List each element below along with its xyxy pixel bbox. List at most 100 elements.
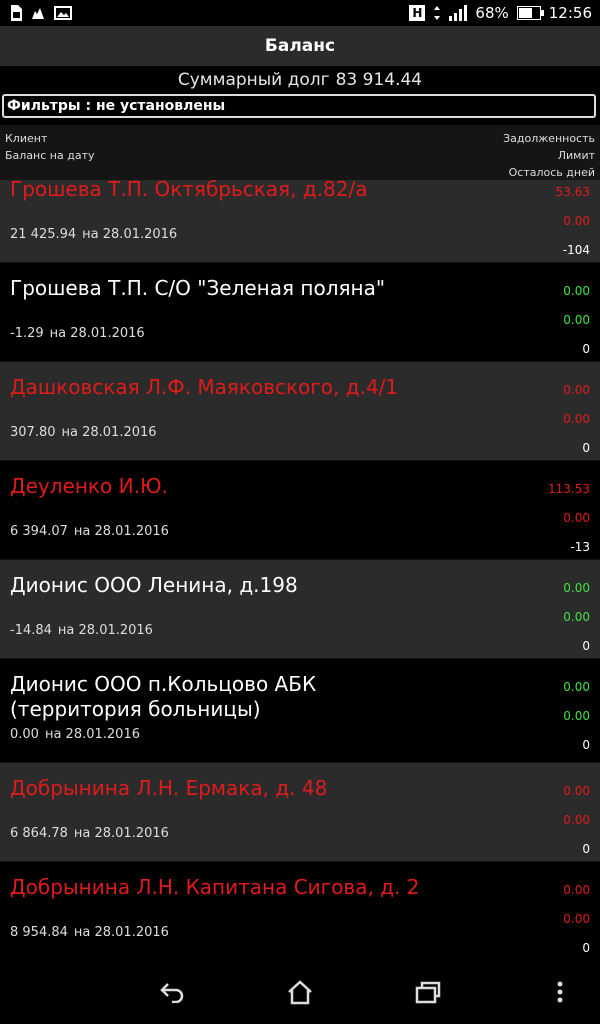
balance-value: 21 425.94 [10, 227, 77, 242]
cat-icon [32, 8, 44, 19]
header-client: Клиент [5, 132, 48, 145]
client-values: 0.00 0.00 0 [563, 876, 590, 960]
client-name: Дионис ООО Ленина, д.198 [10, 573, 298, 597]
navigation-bar [0, 960, 600, 1024]
days-left-value: 0 [582, 738, 590, 752]
client-row[interactable]: Деуленко И.Ю. 6 394.07 на 28.01.2016 113.53… [0, 461, 600, 560]
balance-date: на 28.01.2016 [61, 425, 157, 440]
debt-value: 0.00 [563, 284, 590, 298]
balance-value: 8 954.84 [10, 925, 68, 940]
status-right-icons: H 68% 12:56 [409, 4, 592, 22]
client-balance: -1.29 на 28.01.2016 [10, 326, 145, 341]
limit-value: 0.00 [563, 610, 590, 624]
back-button[interactable] [132, 960, 212, 1024]
client-values: 0.00 0.00 0 [563, 777, 590, 864]
battery-percent: 68% [475, 4, 509, 22]
debt-value: 0.00 [563, 581, 590, 595]
header-days-left: Осталось дней [508, 166, 595, 179]
page-title: Баланс [264, 36, 336, 56]
client-name: Дашковская Л.Ф. Маяковского, д.4/1 [10, 375, 399, 399]
more-icon [557, 981, 563, 1003]
client-row[interactable]: Дионис ООО Ленина, д.198 -14.84 на 28.01.2… [0, 560, 600, 659]
client-row[interactable]: Грошева Т.П. Октябрьская, д.82/а 21 425.9… [0, 180, 600, 263]
client-row[interactable]: Грошева Т.П. С/О "Зеленая поляна" -1.29 на… [0, 263, 600, 362]
balance-value: 307.80 [10, 425, 56, 440]
balance-value: -1.29 [10, 326, 44, 341]
network-h-icon: H [409, 5, 426, 21]
header-debt: Задолженность [503, 132, 595, 145]
limit-value: 0.00 [563, 214, 590, 228]
client-name: Деуленко И.Ю. [10, 474, 168, 498]
total-debt-summary: Суммарный долг 83 914.44 [0, 66, 600, 94]
client-row[interactable]: Дашковская Л.Ф. Маяковского, д.4/1 307.80… [0, 362, 600, 461]
client-row[interactable]: Добрынина Л.Н. Капитана Сигова, д. 2 8 95… [0, 862, 600, 960]
debt-value: 0.00 [563, 680, 590, 694]
days-left-value: 0 [582, 342, 590, 356]
total-debt-value: 83 914.44 [335, 70, 423, 90]
client-balance: 21 425.94 на 28.01.2016 [10, 227, 177, 242]
debt-value: 0.00 [563, 784, 590, 798]
home-button[interactable] [260, 960, 340, 1024]
total-debt-label: Суммарный долг [177, 70, 330, 90]
client-row[interactable]: Добрынина Л.Н. Ермака, д. 48 6 864.78 на 2… [0, 763, 600, 862]
balance-value: 6 394.07 [10, 524, 68, 539]
client-balance: 8 954.84 на 28.01.2016 [10, 925, 169, 940]
balance-list-inner: Грошева Т.П. Октябрьская, д.82/а 21 425.9… [0, 180, 600, 960]
client-balance: 307.80 на 28.01.2016 [10, 425, 157, 440]
filter-button[interactable]: Фильтры : не установлены [2, 94, 596, 118]
client-name: Добрынина Л.Н. Ермака, д. 48 [10, 776, 328, 800]
home-icon [288, 980, 312, 1005]
days-left-value: -104 [562, 243, 590, 257]
filter-label: Фильтры : не установлены [7, 98, 226, 114]
days-left-value: -13 [570, 540, 590, 554]
client-values: 113.53 0.00 -13 [548, 475, 590, 562]
balance-date: на 28.01.2016 [49, 326, 145, 341]
client-values: 0.00 0.00 0 [563, 376, 590, 463]
header-limit: Лимит [557, 149, 595, 162]
client-balance: 6 864.78 на 28.01.2016 [10, 826, 169, 841]
client-name: Грошева Т.П. Октябрьская, д.82/а [10, 180, 368, 201]
limit-value: 0.00 [563, 313, 590, 327]
header-balance-date: Баланс на дату [5, 149, 95, 162]
back-icon [160, 983, 184, 1003]
limit-value: 0.00 [563, 709, 590, 723]
client-name: Добрынина Л.Н. Капитана Сигова, д. 2 [10, 875, 420, 899]
days-left-value: 0 [582, 441, 590, 455]
client-values: 0.00 0.00 0 [563, 277, 590, 364]
debt-value: 0.00 [563, 383, 590, 397]
balance-value: 0.00 [10, 727, 39, 742]
balance-date: на 28.01.2016 [73, 826, 169, 841]
more-button[interactable] [520, 960, 600, 1024]
balance-date: на 28.01.2016 [44, 727, 140, 742]
balance-value: 6 864.78 [10, 826, 68, 841]
recents-button[interactable] [388, 960, 468, 1024]
balance-list[interactable]: Грошева Т.П. Октябрьская, д.82/а 21 425.9… [0, 180, 600, 960]
limit-value: 0.00 [563, 912, 590, 926]
recents-icon [415, 981, 441, 1004]
limit-value: 0.00 [563, 511, 590, 525]
client-row[interactable]: Дионис ООО п.Кольцово АБК (территория бо… [0, 659, 600, 763]
list-header: Клиент Баланс на дату Задолженность Лими… [0, 125, 600, 180]
debt-value: 0.00 [563, 883, 590, 897]
limit-value: 0.00 [563, 412, 590, 426]
data-arrows-icon [434, 6, 441, 20]
client-balance: 0.00 на 28.01.2016 [10, 727, 140, 742]
days-left-value: 0 [582, 639, 590, 653]
clock: 12:56 [548, 4, 592, 22]
balance-date: на 28.01.2016 [82, 227, 178, 242]
status-bar: H 68% 12:56 [0, 0, 600, 26]
image-icon [54, 6, 72, 20]
debt-value: 53.63 [555, 185, 590, 199]
balance-value: -14.84 [10, 623, 52, 638]
balance-date: на 28.01.2016 [57, 623, 153, 638]
limit-value: 0.00 [563, 813, 590, 827]
client-values: 0.00 0.00 0 [563, 574, 590, 661]
days-left-value: 0 [582, 842, 590, 856]
client-balance: -14.84 на 28.01.2016 [10, 623, 153, 638]
client-values: 53.63 0.00 -104 [556, 180, 590, 265]
balance-date: на 28.01.2016 [73, 524, 169, 539]
days-left-value: 0 [582, 941, 590, 955]
debt-value: 113.53 [548, 482, 590, 496]
client-name: Дионис ООО п.Кольцово АБК (территория бо… [10, 672, 317, 721]
client-values: 0.00 0.00 0 [563, 673, 590, 760]
